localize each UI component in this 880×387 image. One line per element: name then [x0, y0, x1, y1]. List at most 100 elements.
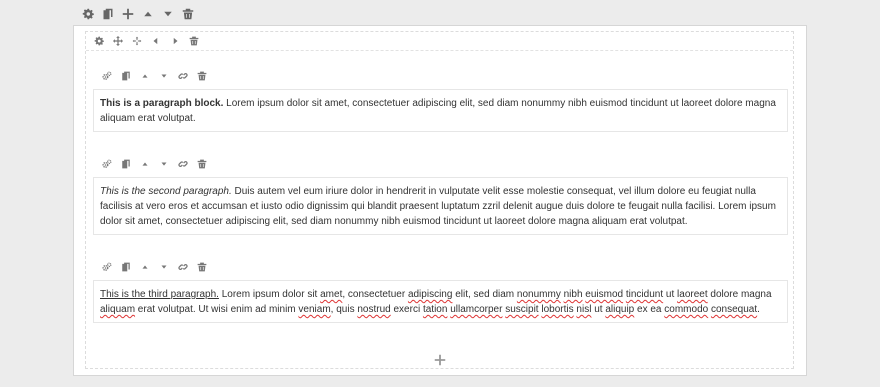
- column-toolbar: [89, 34, 203, 47]
- duplicate-icon: [102, 8, 114, 20]
- paragraph-text-segment: ut: [663, 289, 678, 300]
- spellcheck-flagged-word: tincidunt: [625, 289, 664, 300]
- block-move-down-button[interactable]: [154, 70, 173, 82]
- spellcheck-flagged-word: adipiscing: [407, 289, 453, 300]
- caret-up-icon: [140, 262, 150, 272]
- trash-icon: [189, 36, 199, 46]
- spellcheck-flagged-word: nisl: [576, 304, 592, 315]
- block-move-down-button[interactable]: [154, 261, 173, 273]
- column-shrink-button[interactable]: [146, 34, 165, 47]
- block-move-up-button[interactable]: [135, 261, 154, 273]
- caret-down-icon: [162, 8, 174, 20]
- section-move-down-button[interactable]: [158, 6, 178, 22]
- block-delete-button[interactable]: [192, 261, 211, 273]
- spellcheck-flagged-word: nonummy: [516, 289, 561, 300]
- spellcheck-flagged-word: nostrud: [357, 304, 391, 315]
- spellcheck-flagged-word: commodo: [664, 304, 709, 315]
- duplicate-icon: [121, 262, 131, 272]
- paragraph-lead-text: This is a paragraph block.: [100, 98, 224, 109]
- paragraph-text-segment: Lorem ipsum dolor sit: [218, 289, 321, 300]
- paragraph-text-segment: dolore magna: [707, 289, 772, 300]
- cogs-icon: [101, 262, 112, 272]
- spellcheck-flagged-word: laoreet: [677, 289, 708, 300]
- duplicate-icon: [121, 71, 131, 81]
- plus-icon: [434, 354, 446, 366]
- caret-up-icon: [140, 159, 150, 169]
- chevron-left-icon: [151, 36, 161, 46]
- column-toolbar-divider: [86, 50, 793, 51]
- paragraph-block[interactable]: This is a paragraph block. Lorem ipsum d…: [93, 89, 788, 132]
- spellcheck-flagged-word: suscipit: [505, 304, 539, 315]
- block-link-button[interactable]: [173, 70, 192, 82]
- link-icon: [177, 262, 188, 272]
- block-link-button[interactable]: [173, 261, 192, 273]
- resize-icon: [132, 36, 142, 46]
- block-duplicate-button[interactable]: [116, 70, 135, 82]
- caret-up-icon: [142, 8, 154, 20]
- paragraph-text-segment: , quis: [330, 304, 358, 315]
- block-settings-button[interactable]: [97, 158, 116, 170]
- block-settings-button[interactable]: [97, 70, 116, 82]
- block-settings-button[interactable]: [97, 261, 116, 273]
- paragraph-block[interactable]: This is the third paragraph. Lorem ipsum…: [93, 280, 788, 323]
- section-duplicate-button[interactable]: [98, 6, 118, 22]
- trash-icon: [197, 71, 207, 81]
- paragraph-lead-text: This is the third paragraph.: [100, 289, 219, 300]
- column-delete-button[interactable]: [184, 34, 203, 47]
- column-grow-button[interactable]: [165, 34, 184, 47]
- chevron-right-icon: [170, 36, 180, 46]
- trash-icon: [182, 8, 194, 20]
- column-settings-button[interactable]: [89, 34, 108, 47]
- column-resize-button[interactable]: [127, 34, 146, 47]
- caret-up-icon: [140, 71, 150, 81]
- paragraph-text-segment: ex ea: [634, 304, 665, 315]
- block-duplicate-button[interactable]: [116, 261, 135, 273]
- cogs-icon: [101, 71, 112, 81]
- section-add-button[interactable]: [118, 6, 138, 22]
- paragraph-text-segment: .: [757, 304, 760, 315]
- move-icon: [112, 35, 123, 46]
- add-block-button[interactable]: [433, 351, 447, 366]
- block-move-down-button[interactable]: [154, 158, 173, 170]
- cogs-icon: [101, 159, 112, 169]
- spellcheck-flagged-word: ullamcorper: [450, 304, 503, 315]
- trash-icon: [197, 159, 207, 169]
- gear-icon: [82, 8, 94, 20]
- section-toolbar: [78, 6, 198, 22]
- block-move-up-button[interactable]: [135, 70, 154, 82]
- block-toolbar: [97, 158, 211, 170]
- duplicate-icon: [121, 159, 131, 169]
- caret-down-icon: [159, 71, 169, 81]
- section-move-up-button[interactable]: [138, 6, 158, 22]
- paragraph-text-segment: , consectetuer: [342, 289, 408, 300]
- plus-icon: [122, 8, 134, 20]
- spellcheck-flagged-word: veniam: [298, 304, 331, 315]
- paragraph-block[interactable]: This is the second paragraph. Duis autem…: [93, 177, 788, 235]
- paragraph-text-segment: ut: [591, 304, 606, 315]
- caret-down-icon: [159, 159, 169, 169]
- block-delete-button[interactable]: [192, 158, 211, 170]
- block-link-button[interactable]: [173, 158, 192, 170]
- spellcheck-flagged-word: aliquam: [100, 304, 136, 315]
- block-toolbar: [97, 70, 211, 82]
- column-move-button[interactable]: [108, 34, 127, 47]
- spellcheck-flagged-word: amet: [320, 289, 343, 300]
- paragraph-text-segment: elit, sed diam: [452, 289, 517, 300]
- spellcheck-flagged-word: aliquip: [605, 304, 635, 315]
- trash-icon: [197, 262, 207, 272]
- paragraph-text-segment: erat volutpat. Ut wisi enim ad minim: [135, 304, 299, 315]
- paragraph-text-segment: exerci: [390, 304, 423, 315]
- section-settings-button[interactable]: [78, 6, 98, 22]
- link-icon: [177, 71, 188, 81]
- spellcheck-flagged-word: lobortis: [541, 304, 574, 315]
- paragraph-lead-text: This is the second paragraph.: [100, 186, 232, 197]
- block-move-up-button[interactable]: [135, 158, 154, 170]
- block-delete-button[interactable]: [192, 70, 211, 82]
- spellcheck-flagged-word: consequat: [710, 304, 758, 315]
- section-delete-button[interactable]: [178, 6, 198, 22]
- spellcheck-flagged-word: tation: [422, 304, 448, 315]
- link-icon: [177, 159, 188, 169]
- block-duplicate-button[interactable]: [116, 158, 135, 170]
- gear-icon: [94, 36, 104, 46]
- caret-down-icon: [159, 262, 169, 272]
